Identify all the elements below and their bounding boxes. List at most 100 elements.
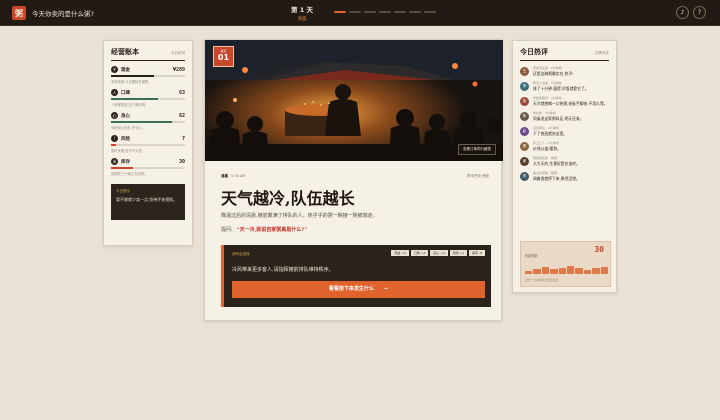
heat-bar bbox=[558, 268, 567, 274]
stat-value: 82 bbox=[178, 112, 185, 119]
comment-item[interactable]: 郑 路过的游客 · 刚刚 闻着香就停下来,果然没错。 bbox=[520, 171, 609, 181]
stat-label: 库存 bbox=[121, 159, 130, 165]
stat-value: 30 bbox=[178, 158, 185, 165]
tip-box: 今日提示 冒不够就少卖一点,别带坏老规矩。 bbox=[111, 184, 185, 220]
effect-chip: 现金 +0 bbox=[391, 250, 409, 256]
arrow-right-icon: → bbox=[383, 286, 389, 292]
stat-desc: 人家都知道,这个粥好喝。 bbox=[111, 103, 149, 107]
heat-bars bbox=[525, 264, 609, 274]
day-badge: 第天 01 bbox=[213, 46, 234, 67]
night-market-illustration bbox=[205, 40, 503, 161]
heat-bar bbox=[525, 270, 533, 274]
effect-chip: 库存 -8 bbox=[469, 250, 485, 256]
stat-bar bbox=[111, 121, 185, 123]
comment-meta: 西街老主顾 · 6分钟前 bbox=[533, 66, 562, 70]
day-progress bbox=[334, 11, 436, 13]
ledger-tag: 今日状况 bbox=[171, 51, 185, 55]
comment-meta: 学生党 · 3分钟前 bbox=[533, 111, 556, 115]
progress-segment bbox=[349, 11, 361, 13]
question-label: 提问: bbox=[221, 227, 233, 233]
stat-item: 心 良心 82 你的良心还在,不亏心。 bbox=[111, 112, 185, 130]
day-badge-number: 01 bbox=[217, 53, 230, 62]
comment-item[interactable]: 李 附近上班族 · 5分钟前 排了十分钟,值得,早饭就靠它了。 bbox=[520, 81, 609, 91]
stat-desc: 你的良心还在,不亏心。 bbox=[111, 126, 146, 130]
stat-label: 现金 bbox=[121, 67, 130, 73]
stat-icon: 人 bbox=[111, 89, 118, 96]
stat-item: ¥ 现金 ¥289 本钱有限,今日要精打细算。 bbox=[111, 66, 185, 84]
comment-meta: 早起晨跑者 · 4分钟前 bbox=[533, 96, 562, 100]
heat-bar bbox=[600, 267, 609, 274]
comment-text: 大冷天的,生意好是应该的。 bbox=[533, 161, 580, 166]
heat-bar bbox=[583, 269, 592, 274]
avatar: 陈 bbox=[520, 112, 529, 121]
tip-label: 今日提示 bbox=[116, 189, 130, 193]
view-orders-button[interactable]: 查看订单同行藏表 bbox=[458, 144, 496, 155]
heat-value: 30 bbox=[594, 245, 604, 254]
stat-bar-fill bbox=[111, 167, 134, 169]
comment-meta: 夜班司机 · 2分钟前 bbox=[533, 126, 559, 130]
event-location: 早市开张·西街 bbox=[466, 174, 489, 178]
stat-item: ! 风险 7 暂时安稳,但不可大意。 bbox=[111, 135, 185, 153]
event-card: 第天 01 查看订单同行藏表 清晨 5:30 AM 早市开张·西街 天气越冷,队伍… bbox=[204, 39, 503, 321]
effect-chips: 现金 +0 口碑 +2 良心 +0 风险 +1 库存 -8 bbox=[391, 250, 485, 256]
comment-text: 天冷就想喝一口热粥,老板手脚快,不用久等。 bbox=[533, 101, 608, 106]
stat-bar bbox=[111, 98, 185, 100]
progress-segment bbox=[334, 11, 346, 13]
progress-segment bbox=[409, 11, 421, 13]
comment-meta: 路过的游客 · 刚刚 bbox=[533, 171, 557, 175]
ledger-title: 经营账本 bbox=[111, 47, 139, 56]
heat-bar bbox=[541, 267, 550, 274]
avatar: 郑 bbox=[520, 172, 529, 181]
stat-item: 人 口碑 63 人家都知道,这个粥好喝。 bbox=[111, 89, 185, 107]
stat-bar-fill bbox=[111, 98, 158, 100]
avatar: 张 bbox=[520, 97, 529, 106]
comment-list[interactable]: 王 西街老主顾 · 6分钟前 还是这碗粥最实在,热乎! 李 附近上班族 · 5分… bbox=[520, 66, 609, 181]
sound-button[interactable]: ♪ bbox=[676, 6, 689, 19]
comments-title: 今日热评 bbox=[520, 47, 548, 56]
stat-desc: 本钱有限,今日要精打细算。 bbox=[111, 80, 152, 84]
heat-footnote: 过去一小时的评论热度变化 bbox=[525, 278, 559, 282]
comment-item[interactable]: 陈 学生党 · 3分钟前 同桌说这家粥料足,明天还来。 bbox=[520, 111, 609, 121]
continue-button[interactable]: 看看接下来发生什么 → bbox=[232, 281, 485, 298]
stat-item: 米 库存 30 还能煮三十碗左右的粥。 bbox=[111, 158, 185, 176]
heat-bar bbox=[567, 266, 575, 274]
event-headline: 天气越冷,队伍越长 bbox=[221, 189, 355, 208]
stat-label: 风险 bbox=[121, 136, 130, 142]
comment-item[interactable]: 赵 夜班司机 · 2分钟前 下了夜班就奔这里。 bbox=[520, 126, 609, 136]
avatar: 赵 bbox=[520, 127, 529, 136]
stat-bar bbox=[111, 144, 185, 146]
heat-bar bbox=[550, 269, 558, 274]
day-period: 清晨 bbox=[297, 17, 307, 22]
event-summary: 降温过后的清晨,摊前聚满了排队的人。热乎乎的粥一碗接一碗被端走。 bbox=[221, 213, 378, 219]
comment-text: 排了十分钟,值得,早饭就靠它了。 bbox=[533, 86, 589, 91]
comment-meta: 附近上班族 · 5分钟前 bbox=[533, 81, 562, 85]
stat-icon: ¥ bbox=[111, 66, 118, 73]
stat-value: 63 bbox=[178, 89, 185, 96]
stat-bar bbox=[111, 167, 185, 169]
event-photo: 第天 01 查看订单同行藏表 bbox=[205, 40, 503, 161]
progress-segment bbox=[394, 11, 406, 13]
day-title: 第 1 天 bbox=[290, 6, 314, 14]
comment-item[interactable]: 张 早起晨跑者 · 4分钟前 天冷就想喝一口热粥,老板手脚快,不用久等。 bbox=[520, 96, 609, 106]
stat-list: ¥ 现金 ¥289 本钱有限,今日要精打细算。 人 口碑 63 人家都知道,这个… bbox=[111, 66, 185, 176]
comment-meta: 环卫工人 · 1分钟前 bbox=[533, 141, 559, 145]
avatar: 吴 bbox=[520, 157, 529, 166]
stat-desc: 暂时安稳,但不可大意。 bbox=[111, 149, 146, 153]
ledger-panel: 经营账本 今日状况 ¥ 现金 ¥289 本钱有限,今日要精打细算。 人 口碑 6… bbox=[103, 40, 193, 246]
heat-label: 热度指数 bbox=[525, 254, 538, 258]
event-question: 提问: “天一冷,就说自家粥真是什么?” bbox=[221, 226, 307, 233]
comment-text: 下了夜班就奔这里。 bbox=[533, 131, 568, 136]
heat-bar bbox=[592, 268, 600, 274]
help-button[interactable]: ? bbox=[693, 6, 706, 19]
heat-widget: 热度指数 30 过去一小时的评论热度变化 bbox=[520, 241, 611, 287]
comment-meta: 隔壁卖菜的 · 刚刚 bbox=[533, 156, 557, 160]
comment-item[interactable]: 吴 隔壁卖菜的 · 刚刚 大冷天的,生意好是应该的。 bbox=[520, 156, 609, 166]
stat-value: ¥289 bbox=[172, 66, 185, 73]
comment-item[interactable]: 王 西街老主顾 · 6分钟前 还是这碗粥最实在,热乎! bbox=[520, 66, 609, 76]
comment-item[interactable]: 周 环卫工人 · 1分钟前 价钱公道,暖和。 bbox=[520, 141, 609, 151]
comment-text: 价钱公道,暖和。 bbox=[533, 146, 561, 151]
top-bar: 粥 今天你卖的是什么粥? 第 1 天 清晨 ♪ ? bbox=[0, 0, 720, 26]
tip-text: 冒不够就少卖一点,别带坏老规矩。 bbox=[116, 197, 178, 202]
avatar: 周 bbox=[520, 142, 529, 151]
progress-segment bbox=[424, 11, 436, 13]
